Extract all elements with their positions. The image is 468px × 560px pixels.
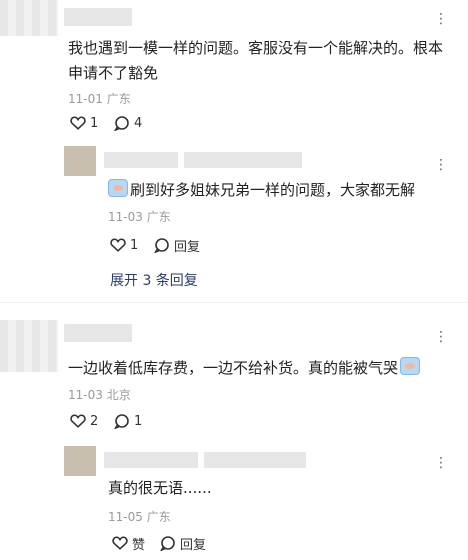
reply-label: 回复 [174,239,201,255]
reply-meta: 11-03 广东 [108,210,171,224]
reply-count-button[interactable]: 1 [114,412,142,430]
reply-meta: 11-05 广东 [108,510,171,524]
expand-replies-link[interactable]: 展开 3 条回复 [110,272,198,290]
like-button[interactable]: 1 [70,114,98,132]
comment-text: 一边收着低库存费，一边不给补货。真的能被气哭 [68,356,458,381]
reply-label: 回复 [180,537,207,553]
comment-meta: 11-03 北京 [68,388,131,402]
reply-count: 4 [134,115,143,131]
reply-like-count: 1 [130,237,139,253]
reply-username-blurred-2[interactable] [204,452,306,468]
reply-avatar[interactable] [64,446,96,476]
reply-date: 11-05 [108,510,143,524]
reply-count: 1 [134,413,143,429]
reply-like-label: 赞 [132,537,146,553]
reply-date: 11-03 [108,210,143,224]
heart-outline-icon [112,536,128,550]
comment-date: 11-03 [68,388,103,402]
reply-text: 真的很无语...... [108,479,212,497]
comment-meta: 11-01 广东 [68,92,131,106]
reply-button[interactable]: 回复 [154,236,201,255]
comment-bubble-icon [154,237,170,253]
heart-outline-icon [70,414,86,428]
comment-location: 广东 [106,92,131,106]
reply-like-button[interactable]: 1 [110,236,138,254]
reply-text: 刷到好多姐妹兄弟一样的问题，大家都无解 [108,178,448,203]
reply-count-button[interactable]: 4 [114,114,142,132]
avatar[interactable] [0,0,58,36]
heart-outline-icon [70,116,86,130]
username-blurred[interactable] [64,324,132,342]
reply-more-options-icon[interactable]: ⋮ [434,456,448,470]
comment-bubble-icon [114,413,130,429]
like-count: 1 [90,115,99,131]
divider [0,302,468,303]
comment-bubble-icon [114,115,130,131]
more-options-icon[interactable]: ⋮ [434,330,448,344]
reply-username-blurred[interactable] [104,152,178,168]
reply-like-button[interactable]: 赞 [112,534,146,553]
comment-bubble-icon [160,535,176,551]
crying-face-emoji-icon [108,179,128,197]
avatar[interactable] [0,320,58,372]
reply-username-blurred-2[interactable] [184,152,302,168]
reply-more-options-icon[interactable]: ⋮ [434,158,448,172]
comment-location: 北京 [106,388,131,402]
more-options-icon[interactable]: ⋮ [434,12,448,26]
reply-username-blurred[interactable] [104,452,198,468]
comment-date: 11-01 [68,92,103,106]
reply-button[interactable]: 回复 [160,534,207,553]
crying-face-emoji-icon [400,357,421,375]
reply-location: 广东 [146,210,171,224]
reply-location: 广东 [146,510,171,524]
reply-avatar[interactable] [64,146,96,176]
comment-text: 我也遇到一模一样的问题。客服没有一个能解决的。根本申请不了豁免 [68,39,444,82]
username-blurred[interactable] [64,8,132,26]
like-button[interactable]: 2 [70,412,98,430]
like-count: 2 [90,413,99,429]
heart-outline-icon [110,238,126,252]
